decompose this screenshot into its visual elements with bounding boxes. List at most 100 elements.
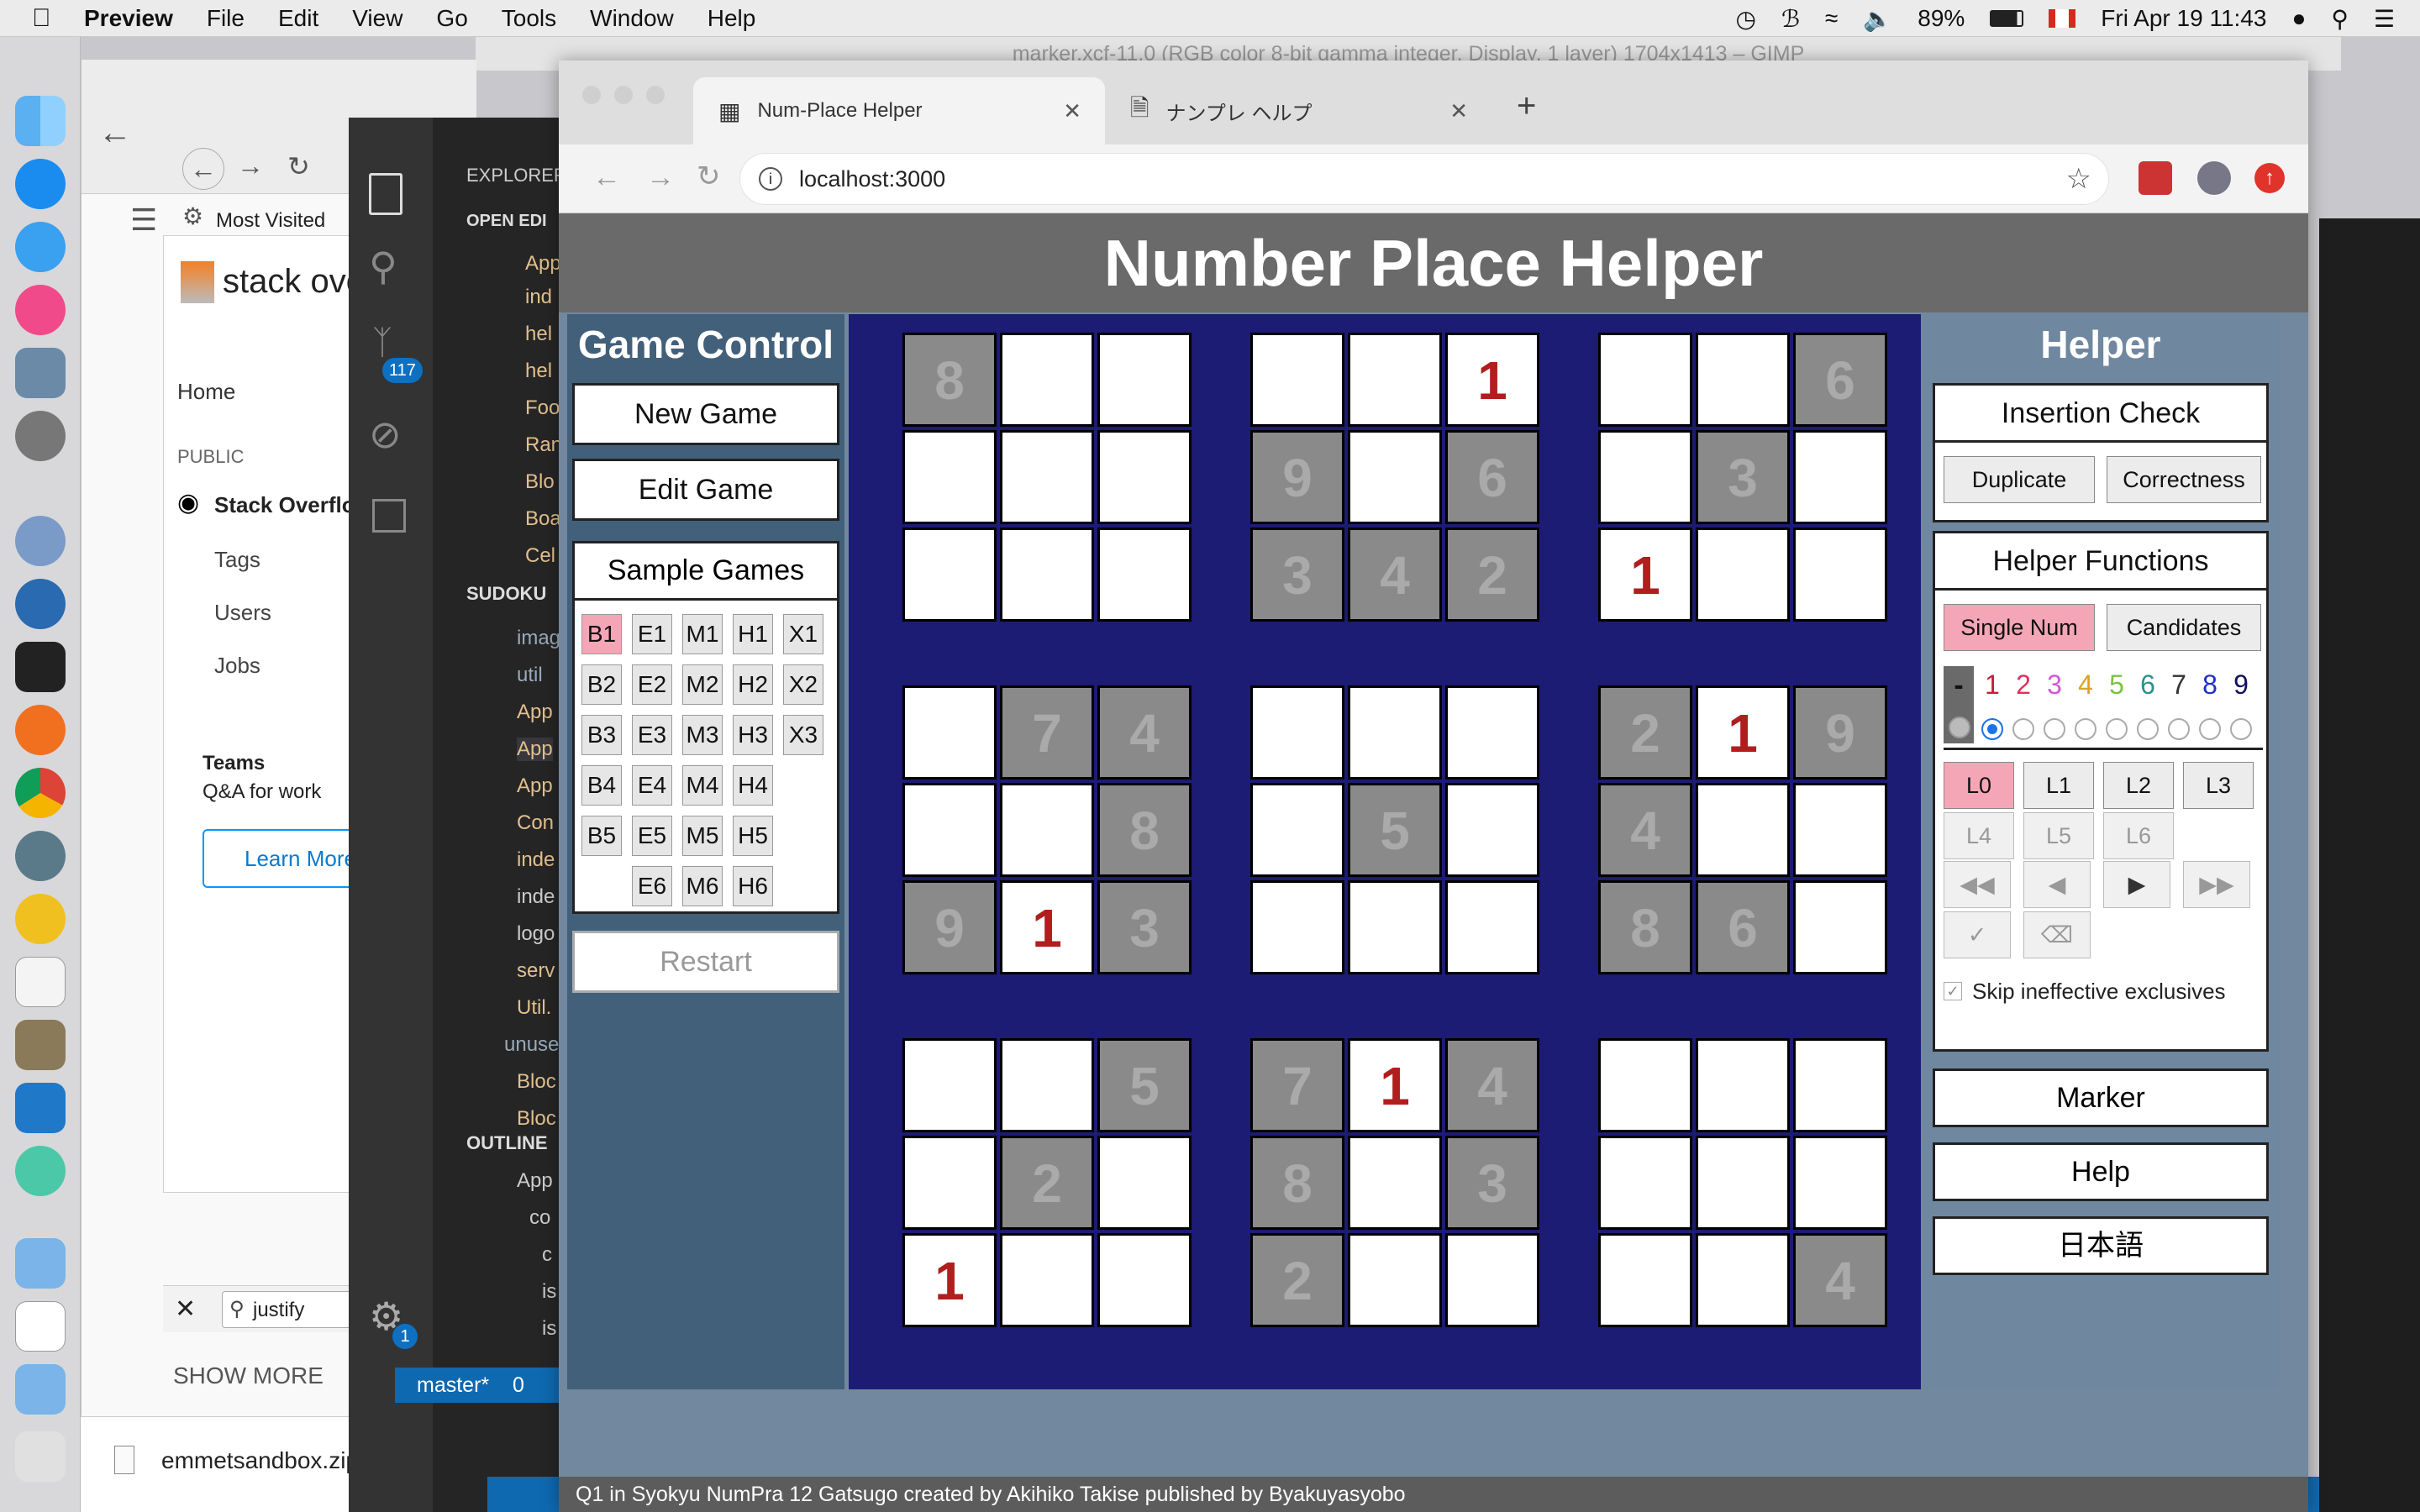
sample-game-b4[interactable]: B4 (581, 765, 622, 806)
board-cell[interactable] (902, 1136, 997, 1230)
error-count[interactable]: 0 (513, 1368, 524, 1403)
board-cell[interactable]: 4 (1348, 528, 1442, 622)
battery-percent[interactable]: 89% (1918, 5, 1965, 32)
open-file-5[interactable]: Ran (525, 433, 562, 457)
download-filename[interactable]: emmetsandbox.zip (161, 1447, 359, 1474)
tree-item-4[interactable]: App (517, 774, 553, 798)
language-button[interactable]: 日本語 (1933, 1216, 2269, 1275)
board-cell[interactable]: 9 (1250, 430, 1344, 524)
next-step-button[interactable]: ▶ (2103, 861, 2170, 908)
prev-step-button[interactable]: ◀ (2023, 861, 2091, 908)
board-cell[interactable] (1000, 528, 1094, 622)
tex-icon[interactable] (15, 831, 66, 881)
menu-app-name[interactable]: Preview (76, 5, 190, 32)
show-more-link[interactable]: SHOW MORE (173, 1362, 324, 1389)
flag-icon[interactable] (2049, 9, 2076, 28)
window-close-button[interactable] (582, 86, 601, 104)
board-cell[interactable] (1793, 880, 1887, 974)
volume-icon[interactable]: 🔈 (1863, 5, 1892, 33)
digit-7-radio[interactable] (2168, 718, 2190, 740)
system-preferences-icon[interactable] (15, 411, 66, 461)
sample-game-m3[interactable]: M3 (682, 715, 723, 755)
level-l4-button[interactable]: L4 (1944, 812, 2014, 859)
preview-icon[interactable] (15, 348, 66, 398)
sample-game-m4[interactable]: M4 (682, 765, 723, 806)
board-cell[interactable] (1696, 1136, 1790, 1230)
r-studio-icon[interactable] (15, 516, 66, 566)
level-l5-button[interactable]: L5 (2023, 812, 2094, 859)
board-cell[interactable] (1445, 783, 1539, 877)
level-l0-button[interactable]: L0 (1944, 762, 2014, 809)
sample-game-e6[interactable]: E6 (632, 866, 672, 906)
apply-button[interactable]: ✓ (1944, 911, 2011, 958)
board-cell[interactable]: 3 (1445, 1136, 1539, 1230)
stackoverflow-logo[interactable]: stack ove (223, 263, 365, 301)
sample-game-e2[interactable]: E2 (632, 664, 672, 705)
board-cell[interactable]: 5 (1097, 1038, 1192, 1132)
board-cell[interactable] (1598, 430, 1692, 524)
tree-item-9[interactable]: serv (517, 959, 555, 983)
board-cell[interactable] (1097, 430, 1192, 524)
board-cell[interactable] (902, 685, 997, 780)
trash-icon[interactable] (15, 1431, 66, 1482)
board-cell[interactable]: 2 (1445, 528, 1539, 622)
user-icon[interactable]: ● (2291, 5, 2306, 32)
extensions-icon[interactable] (372, 499, 406, 533)
wifi-icon[interactable]: ≈ (1825, 5, 1838, 32)
board-cell[interactable]: 8 (902, 333, 997, 427)
address-bar[interactable]: i localhost:3000 ☆ (739, 153, 2109, 205)
outline-item-2[interactable]: c (542, 1243, 552, 1267)
board-cell[interactable] (1445, 880, 1539, 974)
board-cell[interactable] (1793, 430, 1887, 524)
nav-stack-overflow[interactable]: Stack Overflo (214, 492, 355, 518)
open-editors-header[interactable]: OPEN EDI (466, 212, 547, 231)
level-l2-button[interactable]: L2 (2103, 762, 2174, 809)
board-cell[interactable] (1793, 1038, 1887, 1132)
firefox-back-button[interactable]: ← (182, 148, 224, 190)
board-cell[interactable]: 2 (1598, 685, 1692, 780)
board-cell[interactable] (1445, 685, 1539, 780)
board-cell[interactable] (902, 528, 997, 622)
profile-avatar[interactable] (2197, 161, 2231, 195)
sample-game-m5[interactable]: M5 (682, 816, 723, 856)
sample-game-e3[interactable]: E3 (632, 715, 672, 755)
board-cell[interactable] (1348, 430, 1442, 524)
board-cell[interactable] (1000, 783, 1094, 877)
sample-game-m2[interactable]: M2 (682, 664, 723, 705)
board-cell[interactable] (1598, 1038, 1692, 1132)
board-cell[interactable] (1000, 1233, 1094, 1327)
board-cell[interactable]: 8 (1598, 880, 1692, 974)
digit-1-radio[interactable] (1981, 718, 2003, 740)
digit-8-radio[interactable] (2199, 718, 2221, 740)
time-machine-icon[interactable]: ◷ (1736, 5, 1756, 33)
board-cell[interactable]: 2 (1250, 1233, 1344, 1327)
board-cell[interactable] (1598, 1136, 1692, 1230)
menu-window[interactable]: Window (573, 5, 691, 32)
duplicate-button[interactable]: Duplicate (1944, 456, 2095, 503)
first-step-button[interactable]: ◀◀ (1944, 861, 2011, 908)
level-l3-button[interactable]: L3 (2183, 762, 2254, 809)
candidates-button[interactable]: Candidates (2107, 604, 2261, 651)
board-cell[interactable] (1696, 528, 1790, 622)
search-icon[interactable]: ⚲ (369, 244, 397, 289)
board-cell[interactable] (1348, 333, 1442, 427)
board-cell[interactable] (1793, 528, 1887, 622)
board-cell[interactable] (1793, 1136, 1887, 1230)
open-file-0[interactable]: App (525, 252, 561, 276)
board-cell[interactable]: 4 (1793, 1233, 1887, 1327)
app-store-icon[interactable] (15, 159, 66, 209)
apple-icon[interactable]:  (32, 4, 57, 32)
outline-item-3[interactable]: is (542, 1280, 556, 1304)
tree-item-0[interactable]: imag (517, 627, 560, 650)
board-cell[interactable]: 1 (1445, 333, 1539, 427)
eraser-button[interactable]: ⌫ (2023, 911, 2091, 958)
tree-item-10[interactable]: Util. (517, 996, 551, 1020)
board-cell[interactable] (1097, 1233, 1192, 1327)
board-cell[interactable] (1696, 783, 1790, 877)
window-minimize-button[interactable] (614, 86, 633, 104)
board-cell[interactable]: 6 (1793, 333, 1887, 427)
skip-ineffective-checkbox[interactable]: ✓ (1944, 982, 1962, 1000)
board-cell[interactable] (1000, 1038, 1094, 1132)
board-cell[interactable]: 1 (1348, 1038, 1442, 1132)
applications-folder-icon[interactable] (15, 1238, 66, 1289)
